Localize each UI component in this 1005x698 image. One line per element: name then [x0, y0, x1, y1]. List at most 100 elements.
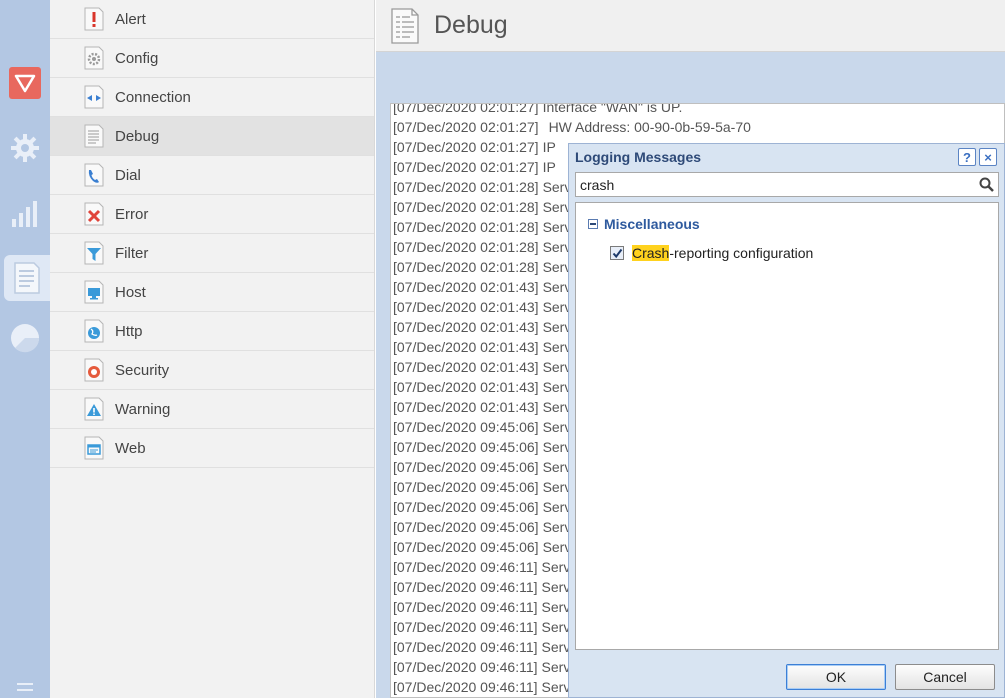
log-timestamp: [07/Dec/2020 09:45:06] — [393, 419, 539, 435]
warning-icon — [83, 396, 105, 422]
log-category-list: Alert Config Connection Debug Dial Error Filte… — [50, 0, 375, 698]
close-icon: × — [984, 149, 992, 165]
log-message: Serv — [541, 619, 571, 635]
log-timestamp: [07/Dec/2020 09:46:11] — [393, 619, 538, 635]
category-label: Filter — [115, 244, 149, 262]
log-timestamp: [07/Dec/2020 09:45:06] — [393, 459, 539, 475]
status-nav-button[interactable] — [5, 318, 45, 358]
host-icon — [83, 279, 105, 305]
config-icon — [83, 45, 105, 71]
message-tree: Miscellaneous Crash-reporting configurat… — [575, 202, 999, 650]
category-item-config[interactable]: Config — [50, 39, 374, 78]
page-title: Debug — [434, 11, 508, 39]
dial-icon — [83, 162, 105, 188]
category-label: Dial — [115, 166, 141, 184]
category-item-http[interactable]: Http — [50, 312, 374, 351]
search-icon[interactable] — [974, 177, 998, 192]
log-timestamp: [07/Dec/2020 09:46:11] — [393, 599, 538, 615]
bar-chart-icon — [12, 201, 37, 227]
log-timestamp: [07/Dec/2020 09:45:06] — [393, 519, 539, 535]
statistics-nav-button[interactable] — [5, 194, 45, 234]
alert-icon — [83, 6, 105, 32]
log-message: Serv — [541, 639, 571, 655]
log-timestamp: [07/Dec/2020 09:46:11] — [393, 579, 538, 595]
category-item-web[interactable]: Web — [50, 429, 374, 468]
log-message: Serv — [541, 659, 571, 675]
help-button[interactable]: ? — [958, 148, 976, 166]
category-item-warning[interactable]: Warning — [50, 390, 374, 429]
log-message: HW Address: 00-90-0b-59-5a-70 — [548, 119, 751, 135]
log-timestamp: [07/Dec/2020 02:01:43] — [393, 379, 539, 395]
log-timestamp: [07/Dec/2020 09:45:06] — [393, 499, 539, 515]
log-message: IP — [542, 139, 556, 155]
log-timestamp: [07/Dec/2020 09:45:06] — [393, 479, 539, 495]
checkmark-icon — [612, 248, 622, 258]
category-item-alert[interactable]: Alert — [50, 0, 374, 39]
dialog-title: Logging Messages — [575, 149, 702, 165]
shield-nav-button[interactable] — [5, 63, 45, 103]
filter-icon — [83, 240, 105, 266]
category-label: Web — [115, 439, 146, 457]
log-timestamp: [07/Dec/2020 02:01:28] — [393, 239, 539, 255]
log-timestamp: [07/Dec/2020 02:01:43] — [393, 319, 539, 335]
category-item-filter[interactable]: Filter — [50, 234, 374, 273]
debug-icon — [83, 123, 105, 149]
log-timestamp: [07/Dec/2020 09:46:11] — [393, 659, 538, 675]
log-timestamp: [07/Dec/2020 02:01:27] — [393, 139, 539, 155]
tree-group-label: Miscellaneous — [604, 216, 700, 232]
log-timestamp: [07/Dec/2020 02:01:27] — [393, 119, 539, 135]
category-item-host[interactable]: Host — [50, 273, 374, 312]
log-timestamp: [07/Dec/2020 02:01:43] — [393, 399, 539, 415]
log-message: Serv — [541, 599, 571, 615]
category-label: Debug — [115, 127, 160, 145]
tree-item-crash-reporting[interactable]: Crash-reporting configuration — [610, 245, 813, 261]
category-item-debug[interactable]: Debug — [50, 117, 374, 156]
category-label: Http — [115, 322, 143, 340]
category-item-dial[interactable]: Dial — [50, 156, 374, 195]
cancel-button[interactable]: Cancel — [895, 664, 995, 690]
gear-icon — [11, 134, 39, 162]
log-message: IP — [542, 159, 556, 175]
nav-rail — [0, 0, 50, 698]
error-icon — [83, 201, 105, 227]
log-timestamp: [07/Dec/2020 02:01:28] — [393, 179, 539, 195]
category-item-security[interactable]: Security — [50, 351, 374, 390]
log-timestamp: [07/Dec/2020 02:01:28] — [393, 219, 539, 235]
connection-icon — [83, 84, 105, 110]
log-document-icon — [14, 262, 40, 294]
category-label: Connection — [115, 88, 191, 106]
collapse-icon[interactable] — [588, 219, 598, 229]
log-timestamp: [07/Dec/2020 09:45:06] — [393, 439, 539, 455]
search-highlight: Crash — [632, 245, 670, 261]
category-label: Config — [115, 49, 159, 67]
logs-nav-button[interactable] — [4, 255, 50, 301]
log-timestamp: [07/Dec/2020 02:01:43] — [393, 299, 539, 315]
log-timestamp: [07/Dec/2020 09:45:06] — [393, 539, 539, 555]
pie-chart-icon — [11, 324, 40, 353]
log-timestamp: [07/Dec/2020 02:01:27] — [393, 159, 539, 175]
log-timestamp: [07/Dec/2020 02:01:43] — [393, 359, 539, 375]
log-message: Serv — [541, 579, 571, 595]
log-timestamp: [07/Dec/2020 02:01:27] — [393, 103, 539, 115]
settings-nav-button[interactable] — [5, 128, 45, 168]
log-message: Interface "WAN" is UP. — [542, 103, 683, 115]
category-item-error[interactable]: Error — [50, 195, 374, 234]
tree-group-miscellaneous[interactable]: Miscellaneous — [588, 216, 700, 232]
category-item-connection[interactable]: Connection — [50, 78, 374, 117]
category-label: Security — [115, 361, 170, 379]
close-button[interactable]: × — [979, 148, 997, 166]
log-timestamp: [07/Dec/2020 02:01:43] — [393, 279, 539, 295]
category-label: Error — [115, 205, 149, 223]
checkbox-crash-reporting[interactable] — [610, 246, 624, 260]
category-label: Warning — [115, 400, 171, 418]
security-icon — [83, 357, 105, 383]
log-timestamp: [07/Dec/2020 09:46:11] — [393, 639, 538, 655]
menu-nav-button[interactable] — [5, 678, 45, 698]
search-box — [575, 172, 999, 197]
tree-item-label: Crash-reporting configuration — [632, 245, 813, 261]
log-timestamp: [07/Dec/2020 02:01:43] — [393, 339, 539, 355]
ok-button[interactable]: OK — [786, 664, 886, 690]
web-icon — [83, 435, 105, 461]
search-input[interactable] — [576, 176, 974, 193]
logging-messages-dialog: Logging Messages ? × Miscellaneous Crash… — [568, 143, 1005, 698]
